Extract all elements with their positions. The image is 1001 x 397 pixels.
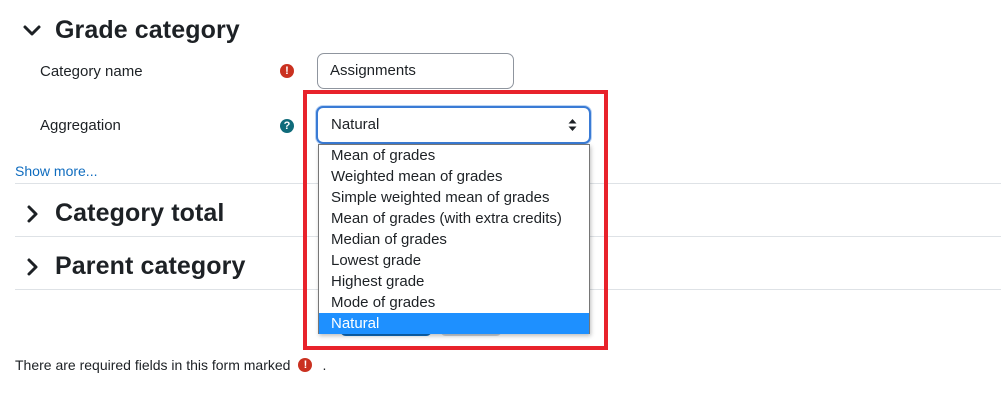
aggregation-option[interactable]: Highest grade <box>319 271 589 292</box>
chevron-right-icon <box>27 205 38 222</box>
aggregation-option[interactable]: Mode of grades <box>319 292 589 313</box>
aggregation-option[interactable]: Mean of grades <box>319 145 589 166</box>
section-title-category-total: Category total <box>55 199 225 227</box>
section-title-grade-category: Grade category <box>55 16 240 44</box>
chevron-right-icon <box>27 258 38 275</box>
section-title-parent-category: Parent category <box>55 252 246 280</box>
help-icon[interactable]: ? <box>280 119 294 133</box>
show-more-link[interactable]: Show more... <box>15 163 97 179</box>
aggregation-label: Aggregation <box>40 117 121 134</box>
required-fields-text: There are required fields in this form m… <box>15 357 291 373</box>
aggregation-dropdown-list[interactable]: Mean of grades Weighted mean of grades S… <box>318 144 590 334</box>
category-name-label: Category name <box>40 63 143 80</box>
sort-arrows-icon <box>568 119 577 131</box>
aggregation-option[interactable]: Lowest grade <box>319 250 589 271</box>
aggregation-option[interactable]: Median of grades <box>319 229 589 250</box>
required-fields-period: . <box>322 357 327 373</box>
section-header-category-total[interactable]: Category total <box>20 199 224 228</box>
required-fields-note: There are required fields in this form m… <box>15 357 326 373</box>
aggregation-option[interactable]: Simple weighted mean of grades <box>319 187 589 208</box>
section-header-parent-category[interactable]: Parent category <box>20 252 245 281</box>
aggregation-selected-value: Natural <box>331 116 380 133</box>
required-icon: ! <box>280 64 294 78</box>
required-icon: ! <box>298 358 313 372</box>
chevron-down-icon <box>23 25 41 35</box>
category-name-input[interactable]: Assignments <box>317 53 514 89</box>
section-header-grade-category[interactable]: Grade category <box>20 16 240 45</box>
aggregation-option-selected[interactable]: Natural <box>319 313 589 334</box>
aggregation-select[interactable]: Natural <box>316 106 591 144</box>
aggregation-option[interactable]: Weighted mean of grades <box>319 166 589 187</box>
aggregation-option[interactable]: Mean of grades (with extra credits) <box>319 208 589 229</box>
